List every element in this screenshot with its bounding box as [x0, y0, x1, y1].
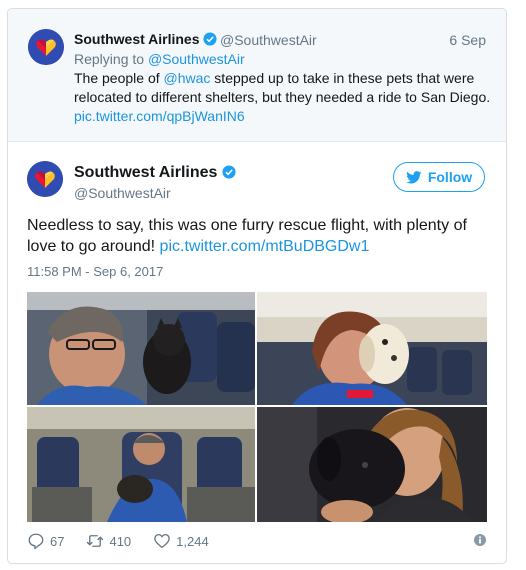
photo-image [257, 407, 487, 522]
avatar[interactable] [28, 29, 64, 65]
photo-woman-with-black-kitten[interactable] [27, 292, 255, 405]
photo-image [257, 292, 487, 405]
retweet-count: 410 [109, 533, 132, 549]
mention-link[interactable]: @hwac [164, 70, 211, 86]
southwest-heart-logo-icon [28, 29, 64, 65]
southwest-heart-logo-icon [27, 161, 63, 197]
media-link[interactable]: pic.twitter.com/mtBuDBGDw1 [160, 238, 370, 255]
avatar[interactable] [27, 161, 63, 197]
photo-woman-with-white-puppy[interactable] [257, 292, 487, 405]
like-count: 1,244 [176, 533, 209, 549]
author-name[interactable]: Southwest Airlines [74, 164, 236, 182]
tweet-actions: 67 410 1,244 [27, 531, 231, 551]
like-action[interactable]: 1,244 [153, 532, 209, 550]
tweet-timestamp[interactable]: 11:58 PM - Sep 6, 2017 [27, 264, 163, 279]
embedded-tweet-card: Southwest Airlines @SouthwestAir 6 Sep R… [7, 8, 507, 564]
replying-to: Replying to @SouthwestAir [74, 51, 245, 67]
photo-grid [27, 292, 487, 522]
reply-action[interactable]: 67 [27, 532, 64, 550]
tweet-text-part: The people of [74, 70, 164, 86]
reply-count: 67 [50, 533, 65, 549]
photo-man-with-puppy-in-seats[interactable] [27, 407, 255, 522]
author-handle[interactable]: @SouthwestAir [220, 32, 317, 48]
author-name[interactable]: Southwest Airlines [74, 31, 217, 47]
verified-badge-icon [222, 165, 236, 179]
parent-tweet[interactable]: Southwest Airlines @SouthwestAir 6 Sep R… [8, 9, 506, 142]
media-link[interactable]: pic.twitter.com/qpBjWanIN6 [74, 108, 245, 124]
photo-image [27, 292, 255, 405]
heart-icon [154, 533, 170, 549]
follow-button[interactable]: Follow [393, 162, 485, 192]
replying-to-handle[interactable]: @SouthwestAir [148, 51, 245, 67]
author-handle[interactable]: @SouthwestAir [74, 185, 171, 201]
twitter-bird-icon [405, 170, 422, 183]
info-icon[interactable] [474, 534, 486, 546]
tweet-date[interactable]: 6 Sep [449, 32, 486, 48]
author-name-text: Southwest Airlines [74, 31, 200, 47]
verified-badge-icon [203, 32, 217, 46]
photo-woman-with-black-puppy[interactable] [257, 407, 487, 522]
author-name-text: Southwest Airlines [74, 164, 218, 181]
reply-icon [28, 533, 44, 550]
tweet-text: Needless to say, this was one furry resc… [27, 215, 487, 257]
photo-image [27, 407, 255, 522]
follow-label: Follow [427, 169, 473, 185]
tweet-text: The people of @hwac stepped up to take i… [74, 69, 494, 126]
replying-to-label: Replying to [74, 51, 148, 67]
retweet-action[interactable]: 410 [86, 532, 131, 550]
retweet-icon [87, 535, 104, 547]
